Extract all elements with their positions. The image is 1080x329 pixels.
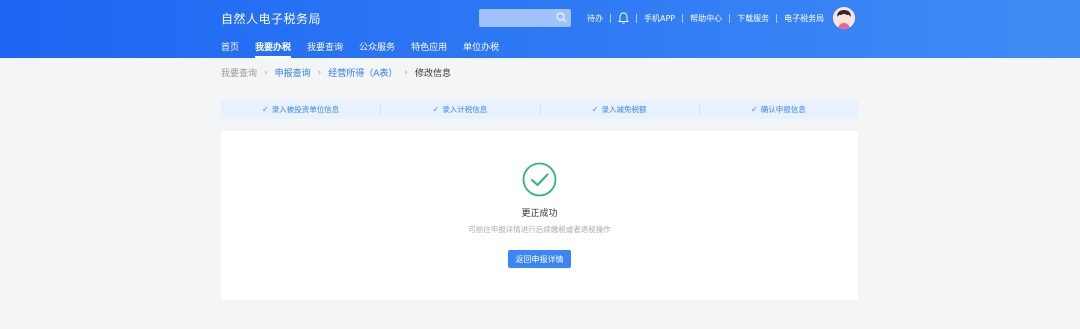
e-tax-bureau-link[interactable]: 电子税务局 [777,13,831,24]
tab-public-services[interactable]: 公众服务 [359,40,395,56]
breadcrumb-current: 修改信息 [415,69,452,79]
success-check-icon [522,162,557,197]
user-avatar-icon [833,7,855,29]
step-investee-info: ✓ 录入被投资单位信息 [221,100,380,119]
search-icon[interactable] [556,12,567,23]
download-service-link[interactable]: 下载服务 [730,13,776,24]
breadcrumb-query[interactable]: 我要查询 [221,66,257,79]
chevron-right-icon: › [404,67,409,78]
check-icon: ✓ [591,105,599,114]
tab-unit-tax[interactable]: 单位办税 [463,40,499,56]
search-input[interactable] [479,9,571,27]
result-card: 更正成功 可前往申报详情进行后续缴税或者退税操作 返回申报详情 [221,131,858,300]
step-label: 录入计税信息 [442,105,488,114]
avatar[interactable] [833,7,855,29]
site-title[interactable]: 自然人电子税务局 [221,10,321,27]
step-confirm: ✓ 确认申报信息 [698,100,858,119]
tab-featured-apps[interactable]: 特色应用 [411,40,447,56]
step-tax-reduction: ✓ 录入减免税额 [539,100,699,119]
mobile-app-link[interactable]: 手机APP [637,13,682,24]
tab-query[interactable]: 我要查询 [307,40,343,56]
chevron-right-icon: › [317,67,322,78]
chevron-right-icon: › [264,67,268,78]
check-icon: ✓ [432,105,440,114]
result-title: 更正成功 [521,209,558,219]
header-links: 待办 手机APP 帮助中心 下载服务 电子税务局 [580,11,831,25]
check-icon: ✓ [751,105,758,114]
breadcrumb-business-income[interactable]: 经营所得（A表） [328,66,397,79]
step-label: 录入减免税额 [601,105,647,114]
main-nav: 首页 我要办税 我要查询 公众服务 特色应用 单位办税 [221,40,515,58]
check-icon: ✓ [262,105,269,114]
top-header: 自然人电子税务局 待办 手机APP 帮助中心 下载服务 电子税务局 首页 我要办… [0,0,1080,58]
breadcrumb-declaration-query[interactable]: 申报查询 [275,66,311,79]
bell-icon [618,12,629,24]
help-center-link[interactable]: 帮助中心 [683,13,729,24]
step-label: 录入被投资单位信息 [271,105,340,114]
notification-button[interactable] [611,12,636,24]
back-to-details-button[interactable]: 返回申报详情 [508,250,571,268]
step-taxable-info: ✓ 录入计税信息 [380,100,539,119]
result-description: 可前往申报详情进行后续缴税或者退税操作 [468,225,611,234]
breadcrumb: 我要查询 › 申报查询 › 经营所得（A表） › 修改信息 [221,66,452,80]
tab-home[interactable]: 首页 [221,40,239,56]
todo-link[interactable]: 待办 [580,13,610,24]
tab-tax-handling[interactable]: 我要办税 [255,40,292,58]
progress-steps: ✓ 录入被投资单位信息 ✓ 录入计税信息 ✓ 录入减免税额 ✓ 确认申报信息 [221,100,858,119]
step-label: 确认申报信息 [760,105,806,114]
